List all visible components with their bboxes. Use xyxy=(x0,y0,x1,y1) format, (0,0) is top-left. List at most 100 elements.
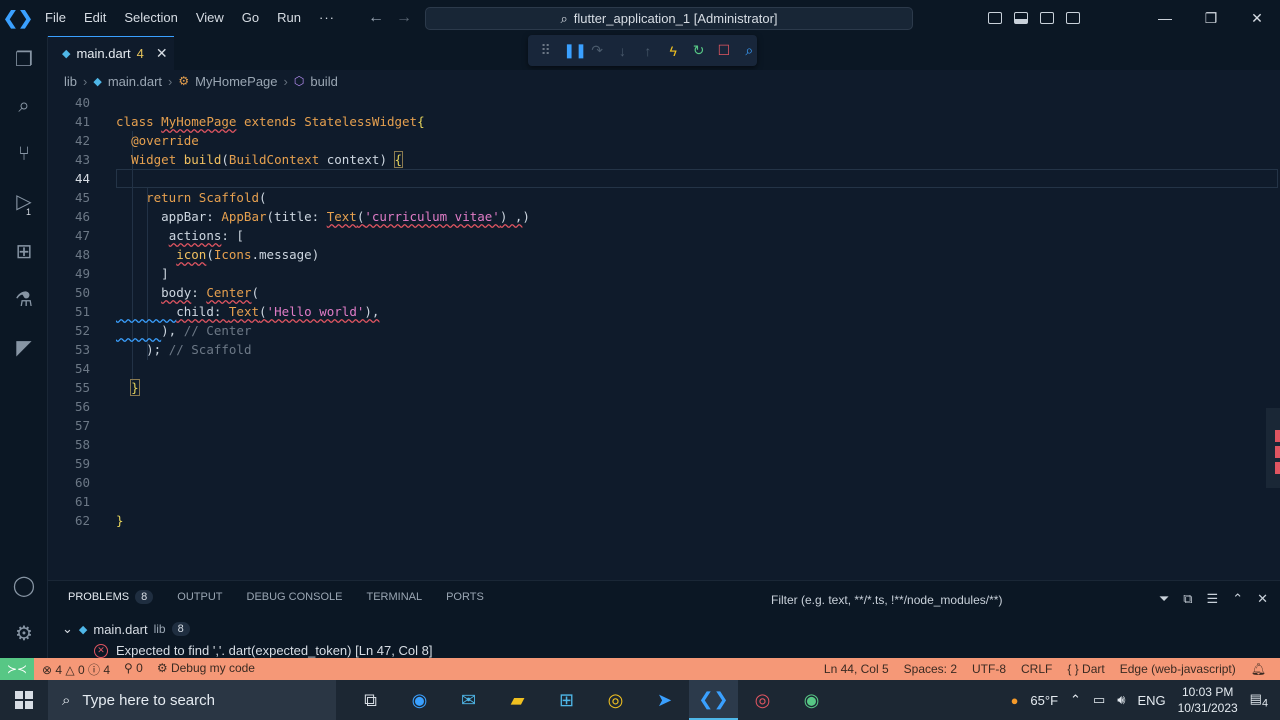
line-ending[interactable]: CRLF xyxy=(1021,662,1052,676)
problems-badge: 8 xyxy=(135,590,154,604)
tab-debug-console[interactable]: DEBUG CONSOLE xyxy=(247,591,343,603)
menu-selection[interactable]: Selection xyxy=(115,0,186,36)
chrome-icon[interactable]: ◎ xyxy=(591,680,640,720)
filter-icon[interactable]: ⏷ xyxy=(1159,591,1169,607)
menu-more[interactable]: ··· xyxy=(310,0,344,36)
cursor-position[interactable]: Ln 44, Col 5 xyxy=(824,662,889,676)
close-panel-icon[interactable]: ✕ xyxy=(1257,591,1268,607)
encoding[interactable]: UTF-8 xyxy=(972,662,1006,676)
tab-terminal[interactable]: TERMINAL xyxy=(366,591,422,603)
account-icon[interactable]: ◯ xyxy=(12,574,36,598)
toggle-primary-sidebar-icon[interactable] xyxy=(988,12,1002,24)
task-view-icon[interactable]: ⧉ xyxy=(346,680,395,720)
mail-icon[interactable]: ✉ xyxy=(444,680,493,720)
taskbar-search[interactable]: ⌕ Type here to search xyxy=(48,680,336,720)
toggle-panel-icon[interactable] xyxy=(1014,12,1028,24)
network-icon[interactable]: ▭ xyxy=(1093,692,1105,708)
menu-run[interactable]: Run xyxy=(268,0,310,36)
edge-icon[interactable]: ◉ xyxy=(395,680,444,720)
close-window-icon[interactable]: ✕ xyxy=(1234,0,1280,36)
problem-file-name: main.dart xyxy=(93,621,148,637)
extensions-icon[interactable]: ⊞ xyxy=(12,240,36,264)
tab-output[interactable]: OUTPUT xyxy=(177,591,222,603)
window-title: flutter_application_1 [Administrator] xyxy=(573,11,778,26)
vscode-taskbar-icon[interactable]: ❮❯ xyxy=(689,680,738,720)
problems-status[interactable]: ⊗ 4 △ 0 ⓘ 4 xyxy=(42,661,110,678)
debug-toolbar: ⠿ ❚❚ ↷ ↓ ↑ ϟ ↻ ☐ ⌕ xyxy=(528,35,757,66)
store-icon[interactable]: ⊞ xyxy=(542,680,591,720)
explorer-icon[interactable]: ❐ xyxy=(12,48,36,72)
menu-edit[interactable]: Edit xyxy=(75,0,115,36)
chevron-up-icon[interactable]: ⌃ xyxy=(1070,692,1081,708)
toggle-secondary-sidebar-icon[interactable] xyxy=(1040,12,1054,24)
tab-problems[interactable]: PROBLEMS 8 xyxy=(68,590,154,604)
language-mode[interactable]: { } Dart xyxy=(1067,662,1104,676)
problem-file-row[interactable]: ⌄ ◆ main.dart lib 8 xyxy=(62,621,190,637)
ports-status[interactable]: ⚲ 0 xyxy=(124,661,143,678)
testing-icon[interactable]: ⚗ xyxy=(12,288,36,312)
run-debug-badge: 1 xyxy=(26,207,32,217)
code-line-51: 51 child: Text('Hello world'), xyxy=(74,304,380,319)
code-line-53: 53 ); // Scaffold xyxy=(74,342,252,357)
collapse-all-icon[interactable]: ⧉ xyxy=(1183,591,1192,607)
code-line-59: 59 xyxy=(74,456,90,471)
notifications-bell-icon[interactable]: 🔔︎ xyxy=(1251,662,1266,676)
devtools-icon[interactable]: ⌕ xyxy=(742,42,757,59)
layout-controls xyxy=(988,0,1080,36)
settings-gear-icon[interactable]: ⚙ xyxy=(12,622,36,646)
breadcrumb-file[interactable]: main.dart xyxy=(108,74,162,89)
weather-icon[interactable]: ● xyxy=(1011,693,1019,708)
run-debug-icon[interactable]: ▷ xyxy=(12,190,36,214)
debug-status[interactable]: ⚙ Debug my code xyxy=(157,661,255,678)
flutter-icon[interactable]: ◤ xyxy=(12,336,36,360)
breadcrumb-class[interactable]: MyHomePage xyxy=(195,74,277,89)
method-icon: ⬡ xyxy=(293,74,305,88)
minimize-icon[interactable]: — xyxy=(1142,0,1188,36)
hot-reload-icon[interactable]: ϟ xyxy=(666,43,681,59)
device-selector[interactable]: Edge (web-javascript) xyxy=(1120,662,1236,676)
problem-item[interactable]: ✕ Expected to find ','. dart(expected_to… xyxy=(94,643,432,658)
view-as-list-icon[interactable]: ☰ xyxy=(1207,591,1219,607)
pause-icon[interactable]: ❚❚ xyxy=(563,42,586,59)
command-center-search[interactable]: ⌕ flutter_application_1 [Administrator] xyxy=(425,7,913,30)
tab-label: main.dart xyxy=(76,46,131,61)
step-over-icon[interactable]: ↷ xyxy=(589,42,604,59)
clock[interactable]: 10:03 PM 10/31/2023 xyxy=(1178,684,1238,716)
tab-main-dart[interactable]: ◆ main.dart 4 ✕ xyxy=(48,36,174,70)
scrollbar-overview[interactable] xyxy=(1266,408,1280,488)
menu-go[interactable]: Go xyxy=(233,0,268,36)
close-tab-icon[interactable]: ✕ xyxy=(156,45,168,62)
restart-icon[interactable]: ↻ xyxy=(691,42,706,59)
search-icon[interactable]: ⌕ xyxy=(12,94,36,118)
forward-arrow-icon[interactable]: → xyxy=(396,9,412,27)
breadcrumb-lib[interactable]: lib xyxy=(64,74,77,89)
back-arrow-icon[interactable]: ← xyxy=(368,9,384,27)
customize-layout-icon[interactable] xyxy=(1066,12,1080,24)
language-indicator[interactable]: ENG xyxy=(1137,693,1165,708)
menu-file[interactable]: File xyxy=(36,0,75,36)
drag-handle-icon[interactable]: ⠿ xyxy=(538,42,553,59)
step-out-icon[interactable]: ↑ xyxy=(640,43,655,59)
file-explorer-icon[interactable]: ▰ xyxy=(493,680,542,720)
code-editor[interactable]: 40 41 class MyHomePage extends Stateless… xyxy=(48,92,1280,580)
remote-icon[interactable]: ≻≺ xyxy=(0,658,34,680)
chrome-profile-icon[interactable]: ◎ xyxy=(738,680,787,720)
tab-ports[interactable]: PORTS xyxy=(446,591,484,603)
problems-filter-input[interactable]: Filter (e.g. text, **/*.ts, !**/node_mod… xyxy=(771,593,1002,607)
source-control-icon[interactable]: ⑂ xyxy=(12,142,36,166)
problem-file-dir: lib xyxy=(153,622,166,636)
weather-temp[interactable]: 65°F xyxy=(1030,693,1058,708)
stop-icon[interactable]: ☐ xyxy=(716,42,731,59)
notification-center-icon[interactable]: ▤4 xyxy=(1250,691,1268,710)
breadcrumb-method[interactable]: build xyxy=(310,74,337,89)
step-into-icon[interactable]: ↓ xyxy=(615,43,630,59)
edge-dev-icon[interactable]: ◉ xyxy=(787,680,836,720)
volume-icon[interactable]: 🔊︎ xyxy=(1117,692,1125,708)
indentation[interactable]: Spaces: 2 xyxy=(904,662,957,676)
nav-arrows: ← → xyxy=(368,0,412,36)
telegram-icon[interactable]: ➤ xyxy=(640,680,689,720)
restore-icon[interactable]: ❐ xyxy=(1188,0,1234,36)
maximize-panel-icon[interactable]: ⌃ xyxy=(1232,591,1243,607)
windows-start-icon[interactable] xyxy=(0,680,48,720)
menu-view[interactable]: View xyxy=(187,0,233,36)
